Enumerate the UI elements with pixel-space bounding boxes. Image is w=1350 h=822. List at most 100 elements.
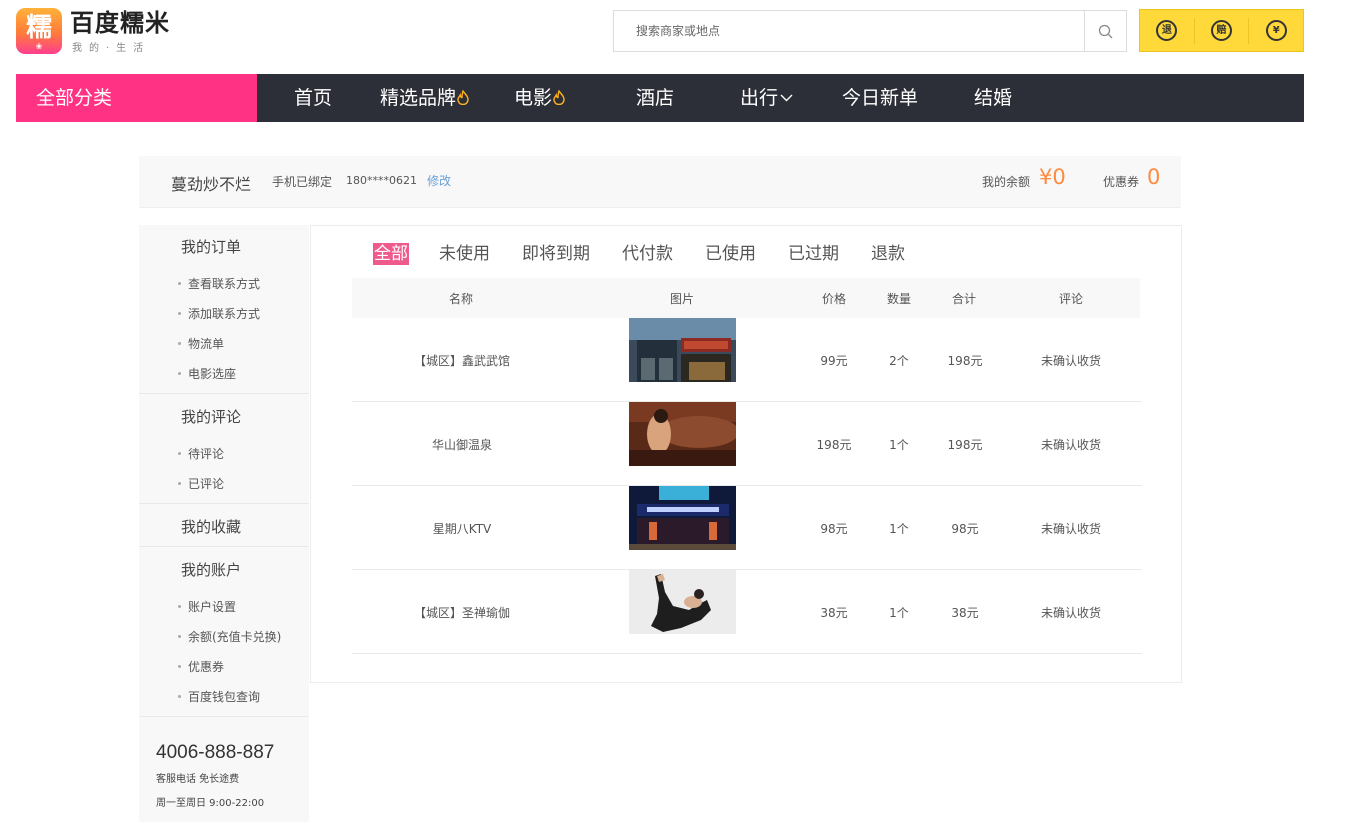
item-name[interactable]: 星期八KTV <box>392 520 532 537</box>
coupon-label: 优惠券 <box>1103 175 1140 189</box>
brand-slogan: 我的·生活 <box>72 42 151 54</box>
balance-value[interactable]: ¥0 <box>1039 165 1066 189</box>
coupon-value[interactable]: 0 <box>1147 165 1160 189</box>
phone-bound-label: 手机已绑定 <box>272 175 333 189</box>
nav-item-new-deals[interactable]: 今日新单 <box>842 74 918 122</box>
sidebar-item-pending-review[interactable]: 待评论 <box>177 445 224 462</box>
item-thumbnail[interactable] <box>629 402 736 466</box>
header-quantity: 数量 <box>886 292 911 306</box>
sidebar-heading-account[interactable]: 我的账户 <box>181 559 241 580</box>
sidebar-item-add-contact[interactable]: 添加联系方式 <box>177 305 260 322</box>
header-review: 评论 <box>1058 292 1083 306</box>
header-name: 名称 <box>448 292 473 306</box>
all-categories-button[interactable]: 全部分类 <box>16 74 257 122</box>
compensate-icon: 赔 <box>1211 20 1232 41</box>
item-quantity: 1个 <box>889 606 909 620</box>
sidebar-divider <box>139 393 309 394</box>
sidebar-divider <box>139 503 309 504</box>
logo-mark-icon: 糯 ❀ <box>16 8 62 54</box>
sidebar-item-movie-seats[interactable]: 电影选座 <box>177 365 236 382</box>
table-row[interactable]: 华山御温泉 198元 1个 198元 未确认收货 <box>352 402 1142 486</box>
search-box <box>613 10 1127 52</box>
nav-item-movies[interactable]: 电影 <box>514 74 565 122</box>
logo[interactable]: 糯 ❀ 百度糯米 我的·生活 <box>16 8 170 54</box>
item-price: 99元 <box>820 354 848 368</box>
edit-phone-link[interactable]: 修改 <box>427 172 451 189</box>
price-badge[interactable]: ¥ <box>1248 17 1303 44</box>
item-quantity: 1个 <box>889 522 909 536</box>
sidebar-item-account-settings[interactable]: 账户设置 <box>177 598 236 615</box>
tab-all[interactable]: 全部 <box>373 243 409 265</box>
item-total: 198元 <box>947 354 983 368</box>
sidebar-item-wallet[interactable]: 百度钱包查询 <box>177 688 260 705</box>
tab-pending-payment[interactable]: 代付款 <box>622 241 673 267</box>
logo-sub: ❀ <box>35 42 43 51</box>
search-button[interactable] <box>1084 11 1126 51</box>
item-status: 未确认收货 <box>1040 606 1101 620</box>
tab-refund[interactable]: 退款 <box>871 241 905 267</box>
balance-label: 我的余额 <box>982 175 1031 189</box>
search-icon <box>1098 24 1113 38</box>
sidebar-divider <box>139 546 309 547</box>
item-total: 198元 <box>947 438 983 452</box>
header-total: 合计 <box>951 292 976 306</box>
item-quantity: 2个 <box>889 354 909 368</box>
nav-item-hotels[interactable]: 酒店 <box>636 74 674 122</box>
refund-badge[interactable]: 退 <box>1140 18 1194 44</box>
item-name[interactable]: 华山御温泉 <box>392 436 532 453</box>
phone-number: 180****0621 <box>346 174 417 187</box>
sidebar-item-coupons[interactable]: 优惠券 <box>177 658 224 675</box>
item-status: 未确认收货 <box>1040 354 1101 368</box>
sidebar-item-reviewed[interactable]: 已评论 <box>177 475 224 492</box>
service-guarantees: 退 赔 ¥ <box>1139 9 1304 52</box>
brand-name: 百度糯米 <box>70 8 170 37</box>
tab-unused[interactable]: 未使用 <box>439 241 490 267</box>
item-thumbnail[interactable] <box>629 486 736 550</box>
main-nav: 全部分类 首页 精选品牌 电影 酒店 出行 今日新单 结婚 <box>16 74 1304 122</box>
compensate-badge[interactable]: 赔 <box>1193 17 1249 44</box>
username: 蔓劲炒不烂 <box>171 175 252 194</box>
tab-expiring[interactable]: 即将到期 <box>522 241 590 267</box>
sidebar-item-balance[interactable]: 余额(充值卡兑换) <box>177 628 281 645</box>
nav-item-travel[interactable]: 出行 <box>740 74 793 122</box>
table-row[interactable]: 星期八KTV 98元 1个 98元 未确认收货 <box>352 486 1142 570</box>
table-row[interactable]: 【城区】圣禅瑜伽 38元 1个 38元 未确认收货 <box>352 570 1142 654</box>
refund-icon: 退 <box>1156 20 1178 41</box>
item-name[interactable]: 【城区】圣禅瑜伽 <box>392 604 532 621</box>
item-total: 38元 <box>951 606 979 620</box>
sidebar-heading-reviews[interactable]: 我的评论 <box>181 406 241 427</box>
service-hours: 周一至周日 9:00-22:00 <box>156 798 265 809</box>
fire-icon <box>457 90 469 105</box>
sidebar: 我的订单 查看联系方式 添加联系方式 物流单 电影选座 我的评论 待评论 已评论… <box>139 225 309 822</box>
item-thumbnail[interactable] <box>629 318 736 382</box>
item-name[interactable]: 【城区】鑫武武馆 <box>392 352 532 369</box>
orders-panel: 全部 未使用 即将到期 代付款 已使用 已过期 退款 名称 图片 价格 数量 合… <box>310 225 1182 683</box>
fire-icon <box>553 90 565 105</box>
nav-item-brands[interactable]: 精选品牌 <box>380 74 469 122</box>
item-price: 198元 <box>816 438 852 452</box>
item-thumbnail[interactable] <box>629 570 736 634</box>
header: 糯 ❀ 百度糯米 我的·生活 退 赔 ¥ <box>0 0 1350 70</box>
hotline-number: 4006-888-887 <box>156 742 275 763</box>
nav-item-wedding[interactable]: 结婚 <box>974 74 1012 122</box>
sidebar-heading-orders[interactable]: 我的订单 <box>181 236 241 257</box>
sidebar-heading-favorites[interactable]: 我的收藏 <box>181 516 241 537</box>
search-input[interactable] <box>614 11 1084 51</box>
tab-expired[interactable]: 已过期 <box>788 241 839 267</box>
item-price: 98元 <box>820 522 848 536</box>
sidebar-item-logistics[interactable]: 物流单 <box>177 335 224 352</box>
item-quantity: 1个 <box>889 438 909 452</box>
sidebar-item-view-contact[interactable]: 查看联系方式 <box>177 275 260 292</box>
header-price: 价格 <box>821 292 846 306</box>
nav-item-home[interactable]: 首页 <box>294 74 332 122</box>
table-row[interactable]: 【城区】鑫武武馆 99元 2个 198元 未确认收货 <box>352 318 1142 402</box>
hotline-note: 客服电话 免长途费 <box>156 774 240 785</box>
item-status: 未确认收货 <box>1040 522 1101 536</box>
item-status: 未确认收货 <box>1040 438 1101 452</box>
tab-used[interactable]: 已使用 <box>705 241 756 267</box>
sidebar-divider <box>139 716 309 717</box>
logo-char: 糯 <box>25 13 52 43</box>
user-info-bar: 蔓劲炒不烂 手机已绑定 180****0621 修改 我的余额 ¥0 优惠券 0 <box>139 156 1181 208</box>
chevron-down-icon <box>780 94 793 102</box>
item-total: 98元 <box>951 522 979 536</box>
